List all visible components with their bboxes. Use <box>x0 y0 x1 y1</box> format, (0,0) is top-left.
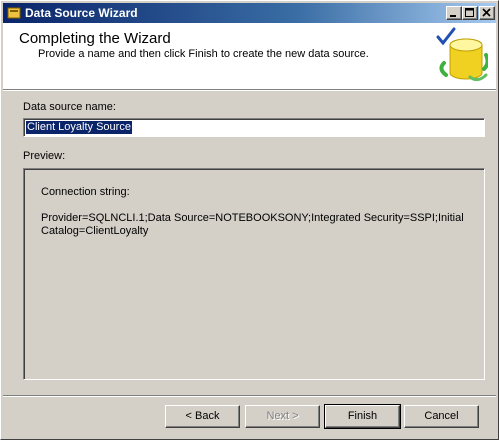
wizard-window: Data Source Wizard Completing the Wizard… <box>0 0 499 440</box>
data-source-name-input[interactable]: Client Loyalty Source <box>23 118 485 137</box>
data-source-name-value: Client Loyalty Source <box>25 120 133 135</box>
footer-divider <box>3 395 496 397</box>
maximize-button[interactable] <box>462 6 478 20</box>
close-button[interactable] <box>479 6 495 20</box>
next-button[interactable]: Next > <box>245 405 320 428</box>
database-check-icon <box>436 27 488 82</box>
connection-string-label: Connection string: <box>41 186 130 198</box>
minimize-button[interactable] <box>446 6 462 20</box>
page-subtitle: Provide a name and then click Finish to … <box>38 48 369 60</box>
data-source-name-label: Data source name: <box>23 101 116 113</box>
preview-label: Preview: <box>23 150 66 162</box>
finish-button[interactable]: Finish <box>324 404 401 429</box>
title-bar[interactable]: Data Source Wizard <box>3 3 496 23</box>
data-source-icon <box>7 7 21 19</box>
back-button[interactable]: < Back <box>165 405 240 428</box>
wizard-content: Data source name: Client Loyalty Source … <box>3 91 496 395</box>
minimize-icon <box>450 15 456 17</box>
page-title: Completing the Wizard <box>19 30 171 47</box>
connection-string-value: Provider=SQLNCLI.1;Data Source=NOTEBOOKS… <box>41 212 464 237</box>
wizard-header: Completing the Wizard Provide a name and… <box>3 23 496 89</box>
cancel-button[interactable]: Cancel <box>404 405 479 428</box>
maximize-icon <box>465 8 474 17</box>
window-title: Data Source Wizard <box>25 6 138 20</box>
close-icon <box>482 8 491 17</box>
preview-box[interactable]: Connection string: Provider=SQLNCLI.1;Da… <box>23 168 485 380</box>
